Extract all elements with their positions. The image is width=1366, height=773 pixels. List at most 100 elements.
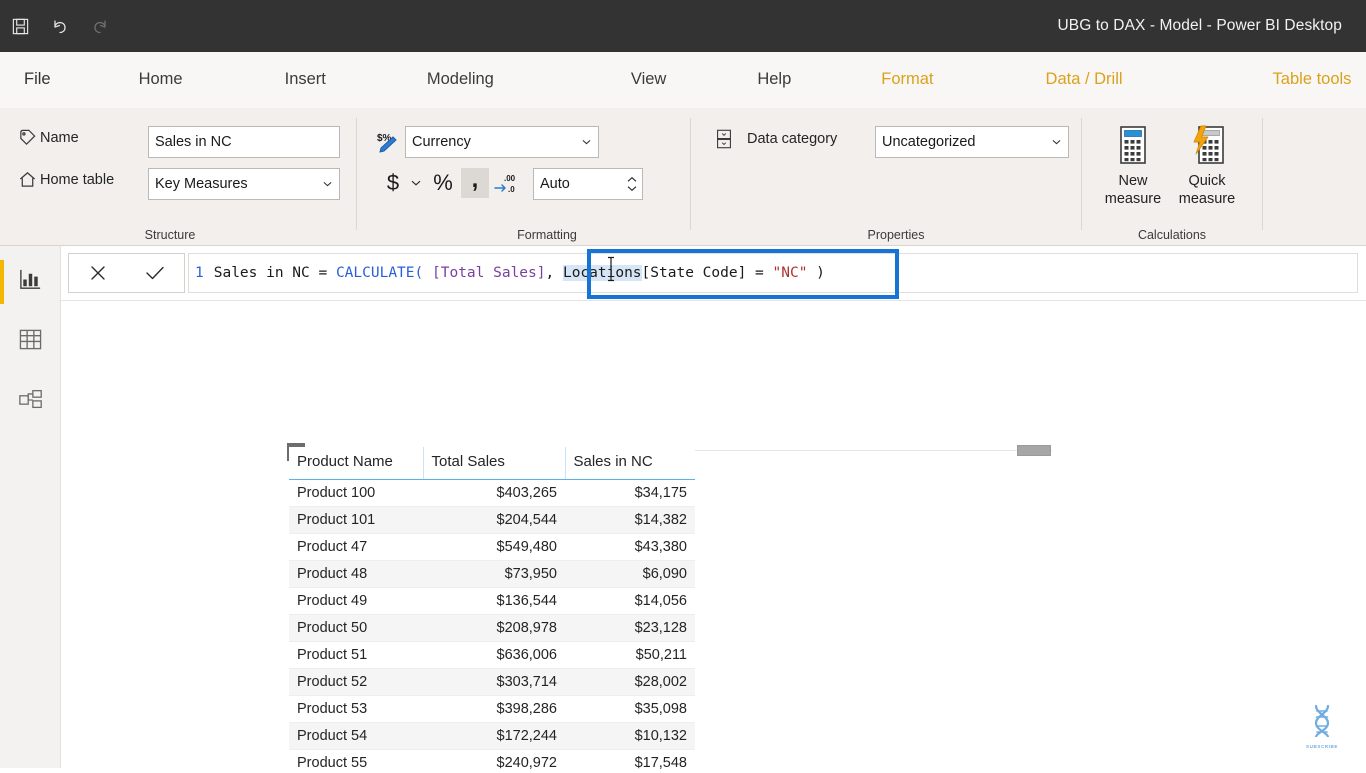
sidebar-item-data[interactable] <box>0 312 61 372</box>
cell-product-name: Product 100 <box>289 480 423 507</box>
decimal-places-input[interactable]: Auto <box>533 168 643 200</box>
tab-home[interactable]: Home <box>139 52 183 108</box>
table-row[interactable]: Product 52$303,714$28,002 <box>289 669 695 696</box>
formula-token-state-code-column: [State Code] <box>642 265 747 281</box>
tab-help-label: Help <box>757 52 791 88</box>
decimal-places-value: Auto <box>540 176 570 192</box>
table-body: Product 100$403,265$34,175 Product 101$2… <box>289 480 695 773</box>
chevron-down-icon <box>627 186 637 192</box>
cell-sales-in-nc: $6,090 <box>565 561 695 588</box>
tab-view-label: View <box>631 52 666 88</box>
quick-measure-label-line2: measure <box>1179 191 1235 207</box>
column-header-product-name[interactable]: Product Name <box>289 447 423 480</box>
cell-sales-in-nc: $10,132 <box>565 723 695 750</box>
tab-table-tools[interactable]: Table tools <box>1273 52 1352 108</box>
cancel-formula-button[interactable] <box>69 254 127 292</box>
table-visual[interactable]: Product Name Total Sales Sales in NC Pro… <box>289 443 1052 773</box>
formula-token-measure-name: Sales in NC = <box>214 265 336 281</box>
home-table-field-label: Home table <box>40 172 114 188</box>
decimal-spinner[interactable] <box>627 177 637 192</box>
group-label-formatting: Formatting <box>457 228 637 242</box>
table-row[interactable]: Product 53$398,286$35,098 <box>289 696 695 723</box>
table-visual-body[interactable]: Product Name Total Sales Sales in NC Pro… <box>289 447 695 773</box>
measure-name-input[interactable]: Sales in NC <box>148 126 340 158</box>
measure-name-value: Sales in NC <box>155 134 232 150</box>
calculator-icon <box>1114 122 1152 168</box>
commit-formula-button[interactable] <box>127 254 185 292</box>
table-row[interactable]: Product 51$636,006$50,211 <box>289 642 695 669</box>
tab-file[interactable]: File <box>24 52 51 108</box>
tab-home-label: Home <box>139 52 183 88</box>
table-row[interactable]: Product 48$73,950$6,090 <box>289 561 695 588</box>
redo-icon[interactable] <box>80 0 120 52</box>
column-header-total-sales[interactable]: Total Sales <box>423 447 565 480</box>
formula-input[interactable]: 1Sales in NC = CALCULATE( [Total Sales],… <box>188 253 1358 293</box>
percent-format-button[interactable]: % <box>429 168 457 198</box>
quick-measure-button[interactable]: Quick measure <box>1170 122 1244 208</box>
cell-total-sales: $136,544 <box>423 588 565 615</box>
formula-token-total-sales: [Total Sales] <box>432 265 546 281</box>
home-table-value: Key Measures <box>155 176 248 192</box>
cell-total-sales: $240,972 <box>423 750 565 773</box>
cell-sales-in-nc: $50,211 <box>565 642 695 669</box>
chevron-down-icon <box>582 139 591 145</box>
cell-product-name: Product 48 <box>289 561 423 588</box>
tab-insert[interactable]: Insert <box>285 52 326 108</box>
title-bar: UBG to DAX - Model - Power BI Desktop <box>0 0 1366 52</box>
save-icon[interactable] <box>0 0 40 52</box>
report-canvas[interactable]: Product Name Total Sales Sales in NC Pro… <box>61 301 1366 768</box>
data-view-icon <box>18 328 43 356</box>
currency-dropdown-button[interactable] <box>407 168 425 198</box>
formula-token-nc-literal: "NC" <box>773 265 808 281</box>
formula-token-locations-table: Locations <box>563 265 642 281</box>
svg-text:.0: .0 <box>508 185 515 194</box>
cell-total-sales: $208,978 <box>423 615 565 642</box>
cell-total-sales: $73,950 <box>423 561 565 588</box>
new-measure-label-line2: measure <box>1105 191 1161 207</box>
data-category-field-label: Data category <box>747 131 837 147</box>
calculator-bolt-icon <box>1187 122 1227 168</box>
data-category-icon <box>711 128 737 150</box>
column-header-sales-in-nc[interactable]: Sales in NC <box>565 447 695 480</box>
tab-help[interactable]: Help <box>757 52 791 108</box>
tab-data-drill[interactable]: Data / Drill <box>1046 52 1123 108</box>
sidebar-item-report[interactable] <box>0 252 61 312</box>
cell-product-name: Product 52 <box>289 669 423 696</box>
chevron-down-icon <box>323 181 332 187</box>
table-row[interactable]: Product 50$208,978$23,128 <box>289 615 695 642</box>
tab-format[interactable]: Format <box>881 52 933 108</box>
cell-sales-in-nc: $17,548 <box>565 750 695 773</box>
ribbon-group-calculations: New measure Quick <box>1082 108 1262 246</box>
new-measure-label-line1: New <box>1118 173 1147 189</box>
table-row[interactable]: Product 55$240,972$17,548 <box>289 750 695 773</box>
dax-formula-bar: 1Sales in NC = CALCULATE( [Total Sales],… <box>61 246 1366 301</box>
thousands-separator-button[interactable]: , <box>461 168 489 198</box>
home-table-select[interactable]: Key Measures <box>148 168 340 200</box>
formula-action-buttons <box>68 253 185 293</box>
table-row[interactable]: Product 100$403,265$34,175 <box>289 480 695 507</box>
subscribe-watermark: SUBSCRIBE <box>1300 703 1344 753</box>
cell-product-name: Product 53 <box>289 696 423 723</box>
cell-product-name: Product 51 <box>289 642 423 669</box>
undo-icon[interactable] <box>40 0 80 52</box>
format-type-select[interactable]: Currency <box>405 126 599 158</box>
visual-resize-handle-top[interactable] <box>1017 445 1051 456</box>
tab-format-label: Format <box>881 52 933 88</box>
active-view-indicator <box>0 260 4 304</box>
table-row[interactable]: Product 101$204,544$14,382 <box>289 507 695 534</box>
data-category-select[interactable]: Uncategorized <box>875 126 1069 158</box>
table-row[interactable]: Product 49$136,544$14,056 <box>289 588 695 615</box>
currency-percent-icon: $% <box>377 130 403 161</box>
table-row[interactable]: Product 47$549,480$43,380 <box>289 534 695 561</box>
tab-view[interactable]: View <box>631 52 666 108</box>
tab-modeling[interactable]: Modeling <box>427 52 494 108</box>
cell-sales-in-nc: $14,382 <box>565 507 695 534</box>
table-row[interactable]: Product 54$172,244$10,132 <box>289 723 695 750</box>
currency-format-button[interactable]: $ <box>379 168 407 198</box>
decimal-places-button[interactable]: .00 .0 <box>491 168 523 198</box>
sidebar-item-model[interactable] <box>0 372 61 432</box>
cell-sales-in-nc: $28,002 <box>565 669 695 696</box>
new-measure-button[interactable]: New measure <box>1096 122 1170 208</box>
cell-total-sales: $204,544 <box>423 507 565 534</box>
formula-token-comma: , <box>546 265 563 281</box>
